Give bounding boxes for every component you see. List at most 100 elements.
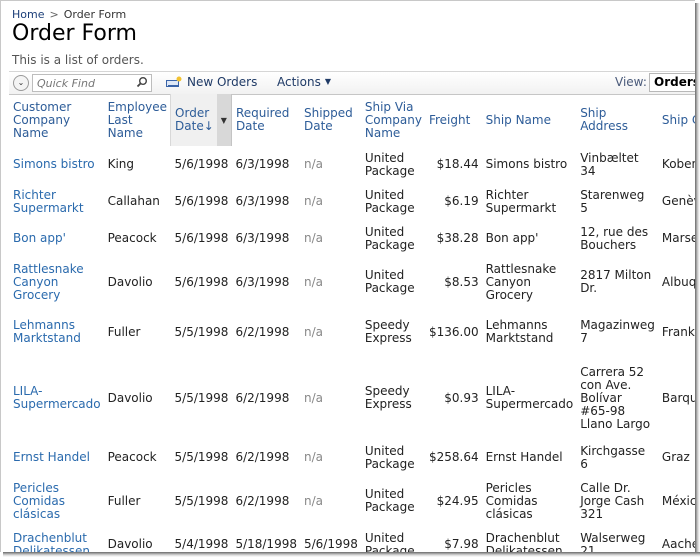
ship-city-cell: México D.F. (661, 493, 695, 508)
column-header-ship-name[interactable]: Ship Name (482, 94, 577, 146)
quick-find-input[interactable] (37, 76, 133, 90)
table-row[interactable]: Simons bistro King 5/6/1998 6/3/1998 n/a Unit… (9, 146, 695, 183)
quick-find-box (32, 74, 152, 92)
ship-city-cell: Graz (661, 450, 690, 464)
table-row[interactable]: Bon app' Peacock 5/6/1998 6/3/1998 n/a United… (9, 220, 695, 257)
required-date-cell: 6/3/1998 (235, 231, 290, 245)
ship-name-cell: Pericles Comidas clásicas (485, 480, 538, 521)
order-date-cell: 5/5/1998 (174, 493, 229, 508)
ship-city-cell: Barquisimeto (661, 390, 695, 405)
ship-address-cell: 2817 Milton Dr. (580, 268, 652, 295)
column-header-required-date[interactable]: Required Date (231, 94, 300, 146)
ship-via-cell: United Package (364, 443, 415, 471)
column-header-ship-address[interactable]: Ship Address (576, 94, 658, 146)
ship-address-cell: Carrera 52 con Ave. Bolívar #65-98 Llano… (580, 364, 651, 431)
new-orders-button[interactable]: New Orders (166, 75, 257, 89)
order-date-cell: 5/5/1998 (174, 324, 229, 339)
ship-city-cell: Frankfurt a.M. (661, 324, 695, 339)
employee-cell: Davolio (107, 537, 153, 551)
customer-link[interactable]: Bon app' (9, 220, 104, 257)
order-date-cell: 5/6/1998 (174, 231, 229, 245)
column-header-ship-via[interactable]: Ship Via Company Name (361, 94, 425, 146)
ship-name-cell: Rattlesnake Canyon Grocery (485, 261, 557, 302)
customer-link[interactable]: Pericles Comidas clásicas (9, 476, 104, 526)
breadcrumb-home-link[interactable]: Home (12, 8, 44, 21)
freight-cell: $136.00 (428, 324, 479, 339)
customer-link[interactable]: Lehmanns Marktstand (9, 307, 104, 357)
order-date-cell: 5/6/1998 (174, 157, 229, 171)
ship-address-cell: Walserweg 21 (580, 530, 646, 552)
shipped-date-cell: n/a (303, 324, 323, 339)
shipped-date-cell: n/a (303, 274, 323, 289)
column-header-ship-city[interactable]: Ship City (658, 94, 695, 146)
required-date-cell: 5/18/1998 (235, 537, 297, 551)
table-row[interactable]: Lehmanns Marktstand Fuller 5/5/1998 6/2/199… (9, 307, 695, 357)
ship-via-cell: United Package (364, 487, 415, 514)
ship-via-cell: United Package (364, 530, 415, 552)
ship-address-cell: Magazinweg 7 (580, 318, 655, 345)
column-header-shipped-date[interactable]: Shipped Date (300, 94, 361, 146)
shipped-date-cell: n/a (303, 157, 323, 171)
window-shadow (695, 3, 700, 557)
table-row[interactable]: LILA-Supermercado Davolio 5/5/1998 6/2/1998… (9, 357, 695, 439)
customer-link[interactable]: Drachenblut Delikatessen (9, 526, 104, 552)
ship-address-cell: Kirchgasse 6 (580, 443, 646, 471)
freight-cell: $7.98 (444, 537, 479, 551)
shipped-date-cell: n/a (303, 493, 323, 508)
column-header-customer[interactable]: Customer Company Name (9, 94, 104, 146)
ship-name-cell: Richter Supermarkt (485, 187, 557, 215)
ship-via-cell: United Package (364, 224, 415, 252)
column-header-employee[interactable]: Employee Last Name (104, 94, 171, 146)
column-header-order-date[interactable]: Order Date↓ (170, 94, 217, 146)
ship-city-cell: Aachen (661, 537, 695, 551)
order-date-cell: 5/5/1998 (174, 450, 229, 464)
column-header-freight[interactable]: Freight (425, 94, 482, 146)
employee-cell: Davolio (107, 390, 153, 405)
freight-cell: $258.64 (428, 450, 479, 464)
employee-cell: Fuller (107, 324, 141, 339)
ship-address-cell: Starenweg 5 (580, 187, 645, 215)
ship-via-cell: Speedy Express (364, 384, 412, 411)
customer-link[interactable]: Ernst Handel (9, 439, 104, 476)
table-row[interactable]: Pericles Comidas clásicas Fuller 5/5/1998 6… (9, 476, 695, 526)
new-record-icon (166, 76, 182, 87)
customer-link[interactable]: LILA-Supermercado (9, 357, 104, 439)
toolbar: ⌄ New Orders Actions▼ View: Orders (9, 71, 695, 95)
customer-link[interactable]: Richter Supermarkt (9, 183, 104, 220)
ship-name-cell: Lehmanns Marktstand (485, 318, 554, 345)
employee-cell: Fuller (107, 493, 141, 508)
search-icon[interactable] (136, 76, 148, 88)
table-row[interactable]: Rattlesnake Canyon Grocery Davolio 5/6/199… (9, 257, 695, 307)
ship-name-cell: Bon app' (485, 231, 539, 245)
freight-cell: $24.95 (436, 493, 479, 508)
actions-menu-button[interactable]: Actions ▼ (277, 75, 331, 89)
collapse-toggle-icon[interactable]: ⌄ (13, 75, 29, 91)
customer-link[interactable]: Rattlesnake Canyon Grocery (9, 257, 104, 307)
employee-cell: King (107, 157, 135, 171)
required-date-cell: 6/3/1998 (235, 274, 290, 289)
ship-city-cell: Albuquerque (661, 274, 695, 289)
column-menu-dropdown-icon[interactable]: ▼ (216, 94, 232, 146)
breadcrumb: Home > Order Form (12, 8, 126, 21)
table-row[interactable]: Drachenblut Delikatessen Davolio 5/4/1998 5… (9, 526, 695, 552)
table-row[interactable]: Ernst Handel Peacock 5/5/1998 6/2/1998 n/a Un… (9, 439, 695, 476)
freight-cell: $6.19 (444, 194, 479, 208)
table-row[interactable]: Richter Supermarkt Callahan 5/6/1998 6/3/19… (9, 183, 695, 220)
ship-address-cell: Calle Dr. Jorge Cash 321 (580, 480, 645, 521)
required-date-cell: 6/2/1998 (235, 493, 290, 508)
customer-link[interactable]: Simons bistro (9, 146, 104, 183)
order-date-cell: 5/6/1998 (174, 274, 229, 289)
ship-via-cell: United Package (364, 187, 415, 215)
app-window: Home > Order Form Order Form This is a lis… (0, 0, 695, 552)
ship-city-cell: Marseille (661, 231, 695, 245)
required-date-cell: 6/3/1998 (235, 194, 290, 208)
shipped-date-cell: n/a (303, 231, 323, 245)
ship-city-cell: Kobenhavn (661, 157, 695, 171)
new-orders-label: New Orders (187, 75, 258, 89)
employee-cell: Peacock (107, 450, 157, 464)
breadcrumb-current: Order Form (63, 8, 127, 21)
view-selector[interactable]: Orders (649, 73, 695, 92)
ship-via-cell: United Package (364, 150, 415, 178)
order-date-cell: 5/4/1998 (174, 537, 229, 551)
shipped-date-cell: n/a (303, 194, 323, 208)
